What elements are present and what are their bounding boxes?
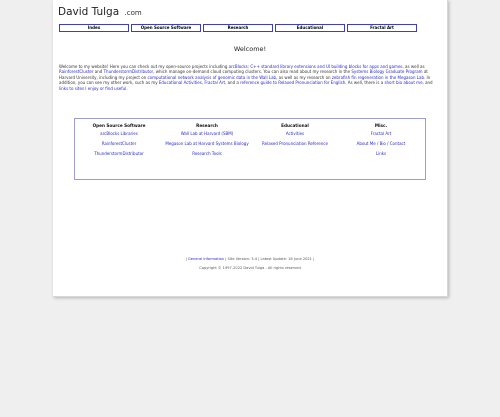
footer-general-information-link[interactable]: General Information — [188, 257, 224, 261]
menu-column-research: Research Wall Lab at Harvard (SBM) Megas… — [163, 123, 251, 161]
nav-educational[interactable]: Educational — [275, 24, 345, 32]
link-short-bio[interactable]: short bio about me — [384, 80, 422, 85]
top-navigation: Index Open Source Software Research Educ… — [59, 24, 417, 32]
intro-text: , which manage on-demand cloud computing… — [153, 69, 352, 75]
menu-link-thunderstormdistributor[interactable]: ThunderstormDistributor — [75, 151, 163, 157]
nav-open-source-software[interactable]: Open Source Software — [131, 24, 201, 32]
menu-link-arcblocks-libraries[interactable]: arcBlocks Libraries — [75, 131, 163, 137]
menu-link-megason-lab[interactable]: Megason Lab at Harvard Systems Biology — [163, 141, 251, 147]
footer-latest-update: Latest Update: 18 June 2021 — [260, 257, 312, 261]
footer-separator: | — [313, 257, 315, 261]
link-megason-lab-project[interactable]: zebrafish fin regeneration in the Megaso… — [332, 75, 424, 80]
link-wall-lab-project[interactable]: computational network analysis of genomi… — [147, 75, 276, 80]
link-thunderstormdistributor[interactable]: ThunderstormDistributor — [104, 69, 154, 74]
intro-paragraph: Welcome to my website! Here you can chec… — [59, 64, 441, 91]
menu-heading-open-source: Open Source Software — [92, 123, 146, 128]
footer-info: | General Information | Site Version: 3.… — [53, 257, 447, 261]
menu-link-wall-lab[interactable]: Wall Lab at Harvard (SBM) — [163, 131, 251, 137]
footer-site-version: Site Version: 3.4 — [227, 257, 257, 261]
site-menu-box: Open Source Software arcBlocks Libraries… — [74, 118, 426, 180]
page-container: David Tulga .com Index Open Source Softw… — [53, 0, 448, 297]
copyright-notice: Copyright © 1997-2022 David Tulga - All … — [199, 266, 301, 270]
menu-column-misc: Misc. Fractal Art About Me / Bio / Conta… — [337, 123, 425, 161]
welcome-heading: Welcome! — [233, 45, 267, 53]
nav-fractal-art[interactable]: Fractal Art — [347, 24, 417, 32]
menu-link-relaxed-pronunciation[interactable]: Relaxed Pronunciation Reference — [251, 141, 339, 147]
intro-text: , as well as my research on — [276, 74, 332, 80]
intro-text: , and a — [225, 80, 241, 86]
menu-link-rainforestcluster[interactable]: RainforestCluster — [75, 141, 163, 147]
menu-heading-educational: Educational — [281, 123, 309, 128]
intro-text: , and — [422, 80, 433, 86]
intro-text: . As well, there is a — [345, 80, 385, 86]
footer-separator: | — [258, 257, 260, 261]
link-systems-biology-program[interactable]: Systems Biology Graduate Program — [351, 69, 422, 74]
link-rainforestcluster[interactable]: RainforestCluster — [59, 69, 94, 74]
link-relaxed-pronunciation[interactable]: reference guide to Relaxed Pronunciation… — [240, 80, 345, 85]
menu-column-open-source: Open Source Software arcBlocks Libraries… — [75, 123, 163, 161]
intro-text: . — [126, 85, 128, 91]
link-favorite-sites[interactable]: links to sites I enjoy or find useful — [59, 86, 126, 91]
site-title-name: David Tulga — [58, 6, 120, 18]
menu-link-about-me[interactable]: About Me / Bio / Contact — [337, 141, 425, 147]
link-fractal-art[interactable]: Fractal Art — [204, 80, 225, 85]
intro-text: and — [93, 69, 104, 75]
site-title-tld: .com — [124, 9, 142, 17]
menu-link-research-tools[interactable]: Research Tools — [163, 151, 251, 157]
menu-link-activities[interactable]: Activities — [251, 131, 339, 137]
menu-column-educational: Educational Activities Relaxed Pronuncia… — [251, 123, 339, 152]
menu-link-links[interactable]: Links — [337, 151, 425, 157]
footer-separator: | — [185, 257, 187, 261]
footer-separator: | — [225, 257, 227, 261]
link-arcblocks[interactable]: arcBlocks: C++ standard library extensio… — [229, 64, 403, 69]
nav-index[interactable]: Index — [59, 24, 129, 32]
menu-heading-misc: Misc. — [374, 123, 388, 128]
intro-text: Welcome to my website! Here you can chec… — [59, 64, 229, 69]
nav-research[interactable]: Research — [203, 24, 273, 32]
site-title: David Tulga .com — [58, 6, 142, 18]
intro-text: , as well as — [402, 64, 425, 69]
menu-link-fractal-art[interactable]: Fractal Art — [337, 131, 425, 137]
menu-heading-research: Research — [196, 123, 218, 128]
link-educational-activities[interactable]: Educational Activities — [159, 80, 202, 85]
